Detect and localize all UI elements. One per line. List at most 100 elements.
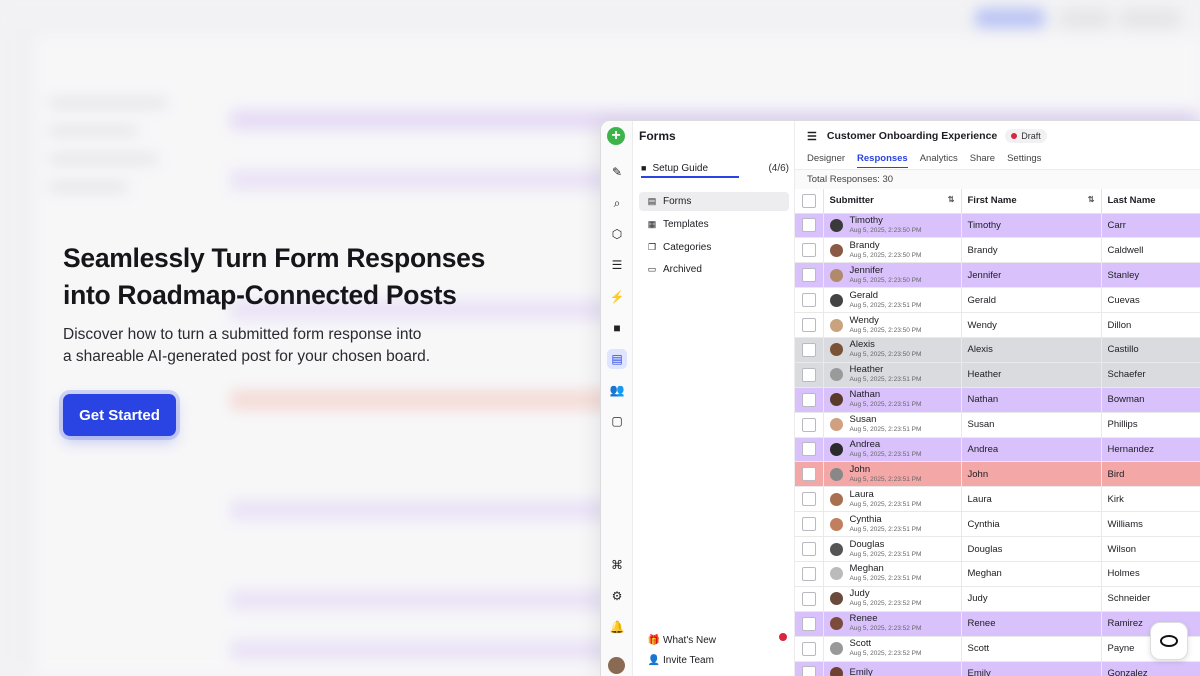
column-last-name[interactable]: Last Name xyxy=(1101,189,1200,214)
tab-share[interactable]: Share xyxy=(970,153,995,168)
row-checkbox[interactable] xyxy=(795,337,824,363)
table-row[interactable]: Susan Aug 5, 2025, 2:23:51 PM Susan Phillip… xyxy=(795,412,1200,438)
row-checkbox[interactable] xyxy=(795,437,824,463)
logo-plus-icon[interactable]: + xyxy=(607,127,625,145)
search-icon[interactable]: ⌕ xyxy=(607,193,627,213)
submitted-date: Aug 5, 2025, 2:23:51 PM xyxy=(849,450,922,458)
row-checkbox[interactable] xyxy=(795,213,824,239)
table-row[interactable]: John Aug 5, 2025, 2:23:51 PM John Bird xyxy=(795,461,1200,488)
table-row[interactable]: Emily Emily Gonzalez xyxy=(795,661,1200,676)
sort-icon[interactable]: ⇅ xyxy=(1088,195,1095,204)
select-all-checkbox[interactable] xyxy=(795,189,824,214)
team-icon[interactable]: 👥 xyxy=(607,380,627,400)
submitter-name: Cynthia xyxy=(849,513,882,525)
invite-team-link[interactable]: 👤 Invite Team xyxy=(647,655,714,666)
chat-widget-button[interactable] xyxy=(1150,622,1188,660)
sidebar-item-forms[interactable]: ▤ Forms xyxy=(639,192,789,211)
table-row[interactable]: Renee Aug 5, 2025, 2:23:52 PM Renee Ramirez xyxy=(795,611,1200,637)
row-checkbox[interactable] xyxy=(795,611,824,637)
bell-icon[interactable]: 🔔 xyxy=(607,617,627,637)
whats-new-link[interactable]: 🎁 What's New xyxy=(647,635,716,646)
row-checkbox[interactable] xyxy=(795,536,824,562)
column-submitter[interactable]: Submitter ⇅ xyxy=(823,189,962,214)
edit-icon[interactable]: ✎ xyxy=(607,162,627,182)
status-dot-icon xyxy=(1011,133,1018,139)
tab-responses[interactable]: Responses xyxy=(857,153,908,168)
avatar xyxy=(829,368,843,382)
row-checkbox[interactable] xyxy=(795,636,824,662)
sidebar-item-label: Archived xyxy=(663,264,702,275)
submitted-date: Aug 5, 2025, 2:23:50 PM xyxy=(849,351,922,359)
table-row[interactable]: Timothy Aug 5, 2025, 2:23:50 PM Timothy Car… xyxy=(795,213,1200,239)
table-row[interactable]: Scott Aug 5, 2025, 2:23:52 PM Scott Payne xyxy=(795,636,1200,662)
hero-title: Seamlessly Turn Form Responses into Road… xyxy=(63,240,543,314)
sort-icon[interactable]: ⇅ xyxy=(948,195,955,204)
get-started-button[interactable]: Get Started xyxy=(63,394,176,436)
row-checkbox[interactable] xyxy=(795,511,824,538)
submitted-date: Aug 5, 2025, 2:23:51 PM xyxy=(849,301,922,309)
table-row[interactable]: Alexis Aug 5, 2025, 2:23:50 PM Alexis Casti… xyxy=(795,337,1200,363)
sidebar-item-templates[interactable]: ▦ Templates xyxy=(639,215,789,234)
column-first-name[interactable]: First Name ⇅ xyxy=(961,189,1102,214)
table-row[interactable]: Jennifer Aug 5, 2025, 2:23:50 PM Jennifer S… xyxy=(795,262,1200,289)
table-row[interactable]: Douglas Aug 5, 2025, 2:23:51 PM Douglas Wil… xyxy=(795,536,1200,562)
row-checkbox[interactable] xyxy=(795,586,824,612)
setup-guide[interactable]: ■ Setup Guide (4/6) xyxy=(641,159,789,178)
avatar xyxy=(829,318,843,332)
table-row[interactable]: Andrea Aug 5, 2025, 2:23:51 PM Andrea Herna… xyxy=(795,437,1200,463)
submitted-date: Aug 5, 2025, 2:23:50 PM xyxy=(849,276,922,284)
row-checkbox[interactable] xyxy=(795,412,824,438)
submitter-name: Brandy xyxy=(849,239,880,251)
user-avatar[interactable] xyxy=(608,657,625,674)
submitter-name: Wendy xyxy=(849,314,879,326)
row-checkbox[interactable] xyxy=(795,262,824,289)
submitter-cell: John Aug 5, 2025, 2:23:51 PM xyxy=(823,461,962,488)
submitted-date: Aug 5, 2025, 2:23:51 PM xyxy=(849,376,922,384)
book-icon[interactable]: ■ xyxy=(607,318,627,338)
row-checkbox[interactable] xyxy=(795,486,824,513)
form-header: ☰ Customer Onboarding Experience Draft xyxy=(807,129,1047,143)
row-checkbox[interactable] xyxy=(795,661,824,676)
sidebar-item-archived[interactable]: ▭ Archived xyxy=(639,260,789,279)
avatar xyxy=(829,442,843,456)
row-checkbox[interactable] xyxy=(795,312,824,338)
row-checkbox[interactable] xyxy=(795,461,824,488)
setup-guide-label: Setup Guide xyxy=(652,162,709,174)
tab-settings[interactable]: Settings xyxy=(1007,153,1041,168)
table-row[interactable]: Judy Aug 5, 2025, 2:23:52 PM Judy Schneider xyxy=(795,586,1200,612)
tab-analytics[interactable]: Analytics xyxy=(920,153,958,168)
submitter-name: Jennifer xyxy=(849,264,884,276)
row-checkbox[interactable] xyxy=(795,561,824,587)
first-name-cell: Wendy xyxy=(961,312,1102,338)
submitter-cell: Gerald Aug 5, 2025, 2:23:51 PM xyxy=(823,287,962,314)
submitter-name: Susan xyxy=(849,414,877,426)
row-checkbox[interactable] xyxy=(795,237,824,264)
gear-icon[interactable]: ⚙ xyxy=(607,586,627,606)
sliders-icon[interactable]: ☰ xyxy=(607,255,627,275)
notification-dot xyxy=(779,633,787,641)
whats-new-label: What's New xyxy=(663,635,717,646)
table-row[interactable]: Brandy Aug 5, 2025, 2:23:50 PM Brandy Caldw… xyxy=(795,237,1200,264)
row-checkbox[interactable] xyxy=(795,287,824,314)
table-row[interactable]: Gerald Aug 5, 2025, 2:23:51 PM Gerald Cueva… xyxy=(795,287,1200,314)
submitted-date: Aug 5, 2025, 2:23:51 PM xyxy=(849,426,922,434)
row-checkbox[interactable] xyxy=(795,362,824,388)
table-row[interactable]: Cynthia Aug 5, 2025, 2:23:51 PM Cynthia Wil… xyxy=(795,511,1200,538)
forms-sidebar: Forms ■ Setup Guide (4/6) ▤ Forms ▦ Temp… xyxy=(633,121,795,676)
forms-icon[interactable]: ▤ xyxy=(607,349,627,369)
table-row[interactable]: Heather Aug 5, 2025, 2:23:51 PM Heather Sch… xyxy=(795,362,1200,388)
table-row[interactable]: Nathan Aug 5, 2025, 2:23:51 PM Nathan Bowma… xyxy=(795,387,1200,413)
bolt-icon[interactable]: ⚡ xyxy=(607,287,627,307)
table-row[interactable]: Meghan Aug 5, 2025, 2:23:51 PM Meghan Holme… xyxy=(795,561,1200,587)
tab-designer[interactable]: Designer xyxy=(807,153,845,168)
table-row[interactable]: Laura Aug 5, 2025, 2:23:51 PM Laura Kirk xyxy=(795,486,1200,513)
chat-icon[interactable]: ▢ xyxy=(607,411,627,431)
last-name-cell: Carr xyxy=(1101,213,1200,239)
table-row[interactable]: Wendy Aug 5, 2025, 2:23:50 PM Wendy Dillon xyxy=(795,312,1200,338)
command-icon[interactable]: ⌘ xyxy=(607,555,627,575)
sidebar-item-label: Forms xyxy=(663,196,692,207)
row-checkbox[interactable] xyxy=(795,387,824,413)
sidebar-item-categories[interactable]: ❐ Categories xyxy=(639,238,789,257)
menu-icon[interactable]: ☰ xyxy=(807,130,817,143)
cube-icon[interactable]: ⬡ xyxy=(607,224,627,244)
